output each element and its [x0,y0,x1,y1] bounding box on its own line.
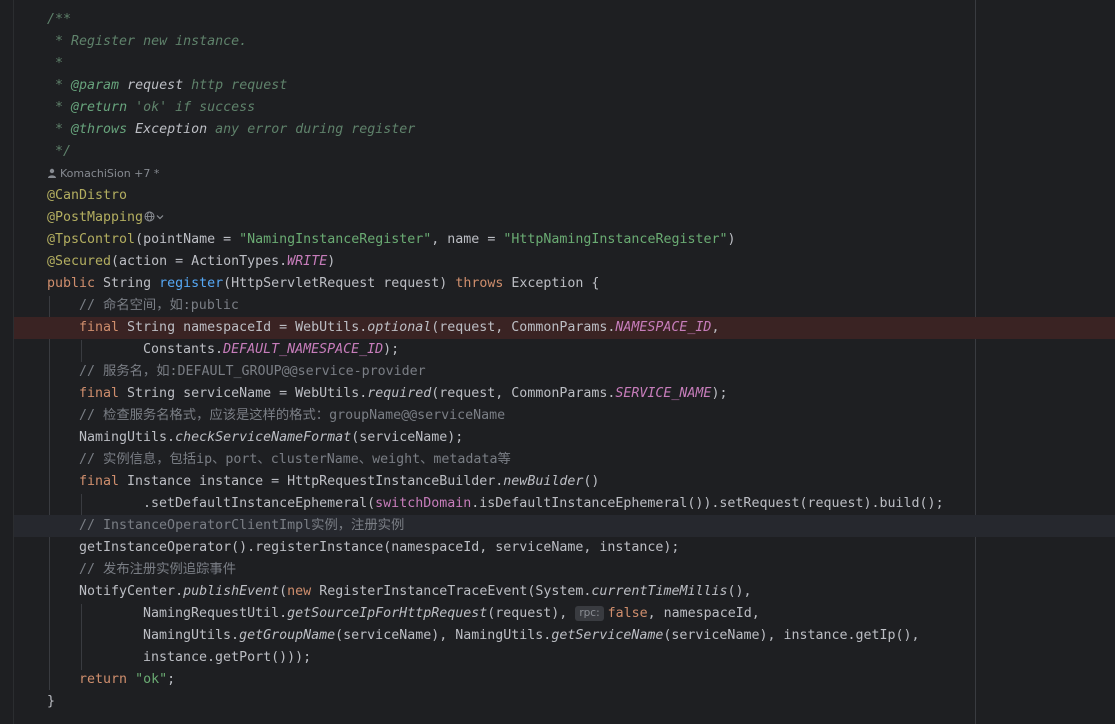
code-line[interactable]: getInstanceOperator().registerInstance(n… [14,537,1115,559]
doc-param-desc: http request [191,78,288,93]
code-line[interactable]: NamingRequestUtil.getSourceIpForHttpRequ… [14,603,1115,625]
comment: // 实例信息，包括ip、port、clusterName、weight、met… [79,452,511,467]
constant: NAMESPACE_ID [615,320,712,335]
doc-description: * Register new instance. [47,34,248,49]
doc-throws-name: Exception [135,122,208,137]
doc-prefix: * [47,78,72,93]
static-method: getServiceName [551,628,664,643]
comment: // InstanceOperatorClientImpl实例，注册实例 [79,518,405,533]
comment: // 检查服务名格式，应该是这样的格式：groupName@@serviceNa… [79,408,506,423]
field-reference: switchDomain [375,496,472,511]
annotation-postmapping: @PostMapping [47,210,144,225]
code-line[interactable]: // 发布注册实例追踪事件 [14,559,1115,581]
author-hint-label: KomachiSion +7 * [60,167,160,180]
code-line[interactable]: Constants.DEFAULT_NAMESPACE_ID); [14,339,1115,361]
code-line[interactable]: * @return 'ok' if success [14,97,1115,119]
code-line[interactable]: // 实例信息，包括ip、port、clusterName、weight、met… [14,449,1115,471]
code-line[interactable]: @CanDistro [14,185,1115,207]
static-method: newBuilder [503,474,584,489]
constant: WRITE [287,254,328,269]
code-line[interactable]: @TpsControl(pointName = "NamingInstanceR… [14,229,1115,251]
doc-param-tag: @param [71,78,120,93]
doc-throws-desc: any error during register [215,122,416,137]
doc-prefix: * [47,122,72,137]
annotation-candistro: @CanDistro [47,188,128,203]
comment: // 服务名，如:DEFAULT_GROUP@@service-provider [79,364,426,379]
code-line[interactable]: final Instance instance = HttpRequestIns… [14,471,1115,493]
annotation-secured: @Secured [47,254,112,269]
code-line[interactable]: public String register(HttpServletReques… [14,273,1115,295]
doc-open: /** [47,12,72,27]
static-method: publishEvent [183,584,280,599]
closing-brace: } [47,694,56,709]
constant: DEFAULT_NAMESPACE_ID [223,342,384,357]
doc-throws-tag: @throws [71,122,128,137]
code-line[interactable]: NamingUtils.getGroupName(serviceName), N… [14,625,1115,647]
code-line-error-highlight[interactable]: final String namespaceId = WebUtils.opti… [14,317,1115,339]
code-line[interactable]: @Secured(action = ActionTypes.WRITE) [14,251,1115,273]
globe-icon[interactable] [144,211,155,222]
code-line[interactable]: * [14,53,1115,75]
code-line[interactable]: */ [14,141,1115,163]
code-line[interactable]: } [14,691,1115,713]
doc-prefix: * [47,100,72,115]
keyword: public [47,276,96,291]
code-line[interactable]: * Register new instance. [14,31,1115,53]
static-method: getGroupName [239,628,336,643]
code-line[interactable]: // 服务名，如:DEFAULT_GROUP@@service-provider [14,361,1115,383]
code-editor[interactable]: /** * Register new instance. * * @param … [0,0,1115,724]
code-line[interactable]: @PostMapping [14,207,1115,229]
code-line[interactable]: NamingUtils.checkServiceNameFormat(servi… [14,427,1115,449]
doc-blank: * [47,56,64,71]
doc-close: */ [47,144,72,159]
comment: // 发布注册实例追踪事件 [79,562,236,577]
static-method: currentTimeMillis [591,584,728,599]
author-hint[interactable]: KomachiSion +7 * [47,166,159,182]
static-method: getSourceIpForHttpRequest [287,606,488,621]
keyword: throws [455,276,504,291]
code-line[interactable]: final String serviceName = WebUtils.requ… [14,383,1115,405]
code-line[interactable]: .setDefaultInstanceEphemeral(switchDomai… [14,493,1115,515]
keyword: new [287,584,312,599]
keyword: final [79,386,120,401]
keyword: final [79,320,120,335]
doc-return-desc: 'ok' if success [135,100,256,115]
doc-return-tag: @return [71,100,128,115]
code-line[interactable]: * @param request http request [14,75,1115,97]
code-line[interactable]: * @throws Exception any error during reg… [14,119,1115,141]
chevron-down-icon[interactable] [156,213,164,221]
string-literal: "ok" [135,672,168,687]
static-method: required [367,386,432,401]
code-line[interactable]: NotifyCenter.publishEvent(new RegisterIn… [14,581,1115,603]
code-line-current[interactable]: // InstanceOperatorClientImpl实例，注册实例 [14,515,1115,537]
doc-param-name: request [127,78,184,93]
code-line[interactable]: /** [14,9,1115,31]
static-method: optional [367,320,432,335]
code-line[interactable]: // 检查服务名格式，应该是这样的格式：groupName@@serviceNa… [14,405,1115,427]
keyword: return [79,672,128,687]
person-icon [48,168,56,178]
keyword: final [79,474,120,489]
parameter-hint: rpc: [575,606,604,621]
code-line[interactable]: return "ok"; [14,669,1115,691]
keyword: false [607,606,648,621]
comment: // 命名空间，如:public [79,298,239,313]
string-literal: "NamingInstanceRegister" [239,232,432,247]
code-line[interactable]: // 命名空间，如:public [14,295,1115,317]
annotation-tpscontrol: @TpsControl [47,232,136,247]
constant: SERVICE_NAME [615,386,712,401]
code-line[interactable]: instance.getPort())); [14,647,1115,669]
method-name[interactable]: register [159,276,223,291]
string-literal: "HttpNamingInstanceRegister" [503,232,728,247]
static-method: checkServiceNameFormat [175,430,352,445]
